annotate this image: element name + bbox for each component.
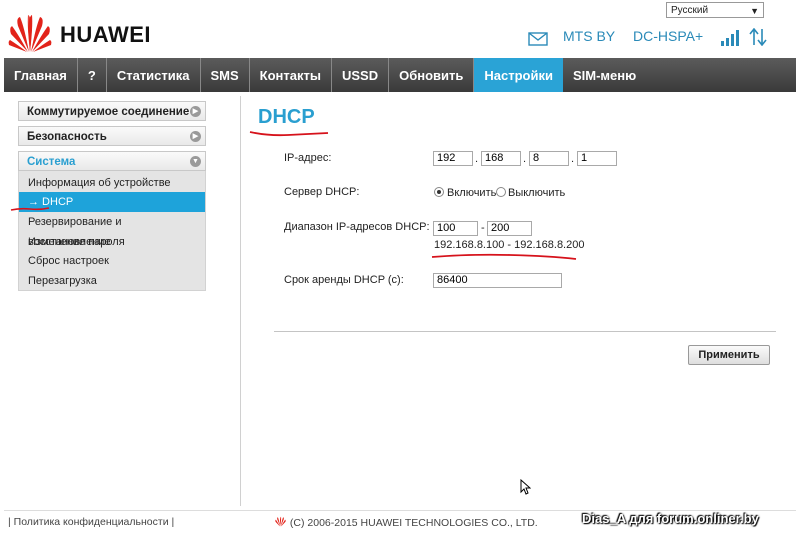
sidebar-system-submenu: Информация об устройстве → DHCP Резервир… xyxy=(18,171,206,291)
dhcp-range-end-input[interactable] xyxy=(487,221,532,236)
lease-time-label: Срок аренды DHCP (с): xyxy=(284,274,404,286)
language-select[interactable]: Русский ▼ xyxy=(666,2,764,18)
nav-help[interactable]: ? xyxy=(78,58,107,92)
mouse-cursor-icon xyxy=(520,479,531,495)
dhcp-server-label: Сервер DHCP: xyxy=(284,186,360,198)
mail-icon[interactable] xyxy=(528,32,548,46)
annotation-underline-sidebar xyxy=(10,207,50,211)
main-nav: Главная ? Статистика SMS Контакты USSD О… xyxy=(4,58,796,92)
ip-separator: . xyxy=(523,153,527,165)
nav-settings[interactable]: Настройки xyxy=(474,58,563,92)
sidebar-section-dialup[interactable]: Коммутируемое соединение ▶ xyxy=(18,101,206,121)
column-divider xyxy=(240,96,241,506)
copyright-text: (C) 2006-2015 HUAWEI TECHNOLOGIES CO., L… xyxy=(289,517,538,529)
annotation-underline-range xyxy=(431,253,577,260)
ip-address-label: IP-адрес: xyxy=(284,152,332,164)
data-transfer-icon xyxy=(749,28,767,46)
apply-button[interactable]: Применить xyxy=(688,345,770,365)
sidebar-section-label: Безопасность xyxy=(27,131,107,143)
dhcp-disable-radio[interactable] xyxy=(496,187,506,197)
brand-name: HUAWEI xyxy=(60,22,151,47)
nav-home[interactable]: Главная xyxy=(4,58,78,92)
sidebar-item-device-info[interactable]: Информация об устройстве xyxy=(19,173,205,193)
copyright: (C) 2006-2015 HUAWEI TECHNOLOGIES CO., L… xyxy=(274,516,538,529)
sidebar-section-label: Коммутируемое соединение xyxy=(27,106,190,118)
network-type: DC-HSPA+ xyxy=(633,28,704,44)
nav-sms[interactable]: SMS xyxy=(201,58,250,92)
dhcp-enable-radio[interactable] xyxy=(434,187,444,197)
sidebar-item-factory-reset[interactable]: Сброс настроек xyxy=(19,251,205,271)
annotation-underline-title xyxy=(249,131,329,137)
chevron-right-icon: ▶ xyxy=(190,106,201,117)
dhcp-range-start-input[interactable] xyxy=(433,221,478,236)
privacy-policy-label: Политика конфиденциальности xyxy=(13,516,169,528)
dhcp-disable-label[interactable]: Выключить xyxy=(508,187,565,199)
sidebar-section-security[interactable]: Безопасность ▶ xyxy=(18,126,206,146)
huawei-logo-icon xyxy=(275,516,286,527)
ip-octet-2-input[interactable] xyxy=(481,151,521,166)
chevron-down-icon: ▼ xyxy=(190,156,201,167)
operator-name: MTS BY xyxy=(563,28,616,44)
nav-contacts[interactable]: Контакты xyxy=(250,58,332,92)
sidebar-item-backup-restore[interactable]: Резервирование и восстановление xyxy=(19,212,205,248)
privacy-policy-link[interactable]: | Политика конфиденциальности | xyxy=(8,516,174,528)
huawei-logo-icon xyxy=(8,15,52,52)
dhcp-enable-label[interactable]: Включить xyxy=(447,187,496,199)
sidebar-item-change-password[interactable]: Изменение пароля xyxy=(19,232,205,252)
ip-octet-1-input[interactable] xyxy=(433,151,473,166)
nav-ussd[interactable]: USSD xyxy=(332,58,390,92)
signal-strength-icon xyxy=(721,30,739,46)
nav-sim-menu[interactable]: SIM-меню xyxy=(563,58,646,92)
ip-octet-4-input[interactable] xyxy=(577,151,617,166)
nav-update[interactable]: Обновить xyxy=(389,58,475,92)
sidebar-item-reboot[interactable]: Перезагрузка xyxy=(19,271,205,291)
form-divider xyxy=(274,331,776,332)
chevron-right-icon: ▶ xyxy=(190,131,201,142)
ip-separator: . xyxy=(571,153,575,165)
language-value: Русский xyxy=(671,5,709,16)
dhcp-range-text: 192.168.8.100 - 192.168.8.200 xyxy=(434,239,585,251)
page-title: DHCP xyxy=(258,106,315,128)
dhcp-range-label: Диапазон IP-адресов DHCP: xyxy=(284,221,430,233)
range-separator: - xyxy=(481,222,485,234)
sidebar-section-system[interactable]: Система ▼ xyxy=(18,151,206,171)
nav-statistics[interactable]: Статистика xyxy=(107,58,201,92)
chevron-down-icon: ▼ xyxy=(750,6,759,16)
lease-time-input[interactable] xyxy=(433,273,562,288)
ip-separator: . xyxy=(475,153,479,165)
watermark: Dias_A для forum.onliner.by xyxy=(582,511,759,526)
sidebar-section-label: Система xyxy=(27,156,76,168)
ip-octet-3-input[interactable] xyxy=(529,151,569,166)
